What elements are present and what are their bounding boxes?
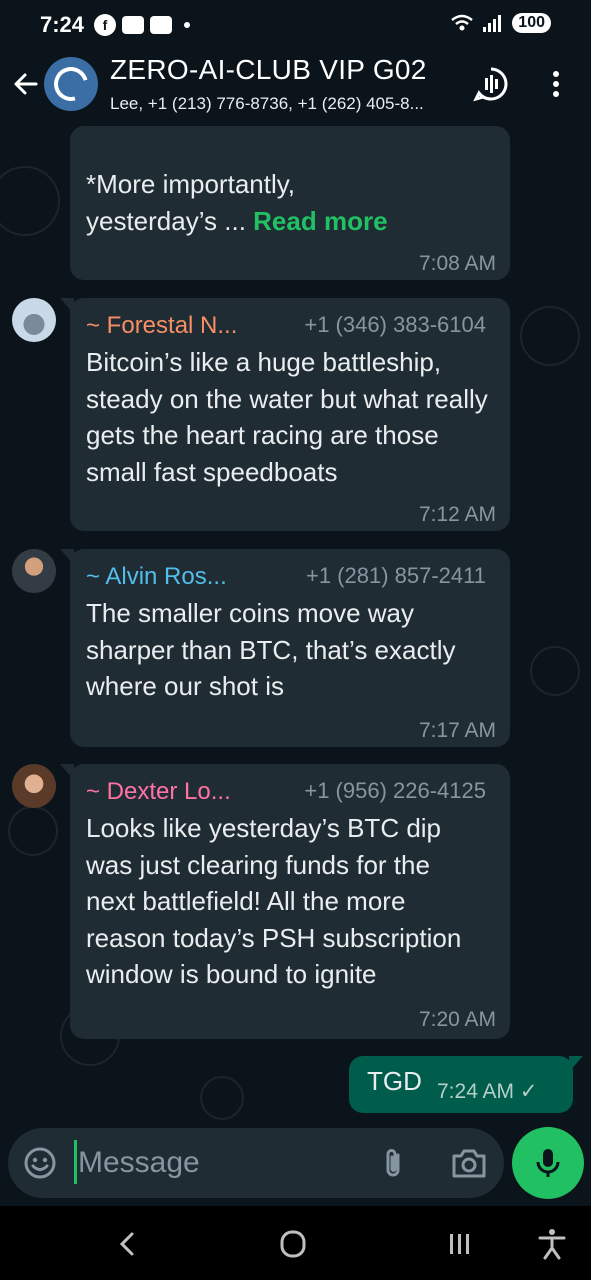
group-title[interactable]: ZERO-AI-CLUB VIP G02	[110, 54, 427, 86]
message-time: 7:24 AM ✓	[437, 1080, 538, 1103]
sender-phone: +1 (346) 383-6104	[304, 312, 486, 337]
read-more-link[interactable]: Read more	[253, 206, 387, 236]
notification-icons: f	[94, 14, 190, 36]
bubble-tail	[60, 549, 74, 565]
text-cursor	[74, 1140, 77, 1184]
battery-indicator: 100	[512, 13, 551, 33]
message-time: 7:20 AM	[418, 1008, 496, 1031]
accessibility-icon[interactable]	[532, 1226, 572, 1262]
more-notifications-dot-icon	[184, 22, 190, 28]
wallpaper-doodle	[520, 306, 580, 366]
sender-phone: +1 (281) 857-2411	[305, 563, 486, 588]
message-bubble[interactable]: *More importantly, yesterday’s ... Read …	[70, 126, 510, 280]
voice-chat-icon[interactable]	[473, 66, 509, 102]
mic-button[interactable]	[512, 1127, 584, 1199]
message-bubble[interactable]: ~ Forestal N... +1 (346) 383-6104 Bitcoi…	[60, 298, 510, 531]
group-avatar[interactable]	[44, 57, 98, 111]
status-bar: 7:24 f 100	[0, 0, 591, 52]
wifi-icon	[451, 14, 474, 31]
message-text: Looks like yesterday’s BTC dip was just …	[86, 813, 462, 989]
chat-header: ZERO-AI-CLUB VIP G02 Lee, +1 (213) 776-8…	[0, 52, 591, 126]
more-vertical-icon[interactable]	[538, 66, 574, 102]
avatar[interactable]	[12, 298, 56, 342]
facebook-icon: f	[94, 14, 116, 36]
wallpaper-doodle	[200, 1076, 244, 1120]
arrow-left-icon[interactable]	[8, 66, 44, 102]
nav-home-icon[interactable]	[273, 1226, 313, 1262]
paperclip-icon[interactable]	[376, 1145, 412, 1181]
sender-name[interactable]: ~ Alvin Ros...	[86, 563, 227, 591]
message-input[interactable]	[78, 1143, 368, 1183]
message-text: Bitcoin’s like a huge battleship, steady…	[86, 347, 488, 487]
outgoing-message-bubble[interactable]: TGD 7:24 AM ✓	[349, 1056, 583, 1113]
message-text-line: *More importantly,	[86, 169, 296, 199]
wallpaper-doodle	[530, 646, 580, 696]
message-bubble[interactable]: ~ Alvin Ros... +1 (281) 857-2411 The sma…	[60, 549, 510, 747]
youtube-icon	[150, 16, 172, 34]
nav-recents-icon[interactable]	[440, 1226, 480, 1262]
avatar[interactable]	[12, 764, 56, 808]
system-icons: 100	[450, 13, 551, 33]
bubble-tail	[569, 1056, 583, 1072]
message-time: 7:08 AM	[418, 252, 496, 275]
mic-icon	[536, 1149, 560, 1177]
camera-icon[interactable]	[450, 1145, 488, 1181]
nav-back-icon[interactable]	[108, 1226, 148, 1262]
system-navigation-bar	[0, 1206, 591, 1280]
signal-icon	[483, 15, 502, 32]
avatar[interactable]	[12, 549, 56, 593]
message-text: TGD	[367, 1066, 422, 1096]
sender-name[interactable]: ~ Forestal N...	[86, 312, 237, 340]
wallpaper-doodle	[8, 806, 58, 856]
message-text: *More importantly, yesterday’s ... Read …	[86, 166, 496, 239]
gallery-notification-icon	[122, 16, 144, 34]
message-text: The smaller coins move way sharper than …	[86, 598, 456, 701]
message-text-line: yesterday’s ... Read more	[86, 203, 496, 240]
message-time: 7:17 AM	[418, 719, 496, 742]
status-time: 7:24	[40, 12, 85, 37]
chat-area[interactable]: *More importantly, yesterday’s ... Read …	[0, 126, 591, 1126]
message-bubble[interactable]: ~ Dexter Lo... +1 (956) 226-4125 Looks l…	[60, 764, 510, 1039]
emoji-icon[interactable]	[22, 1145, 58, 1181]
bubble-tail	[60, 764, 74, 780]
sender-name[interactable]: ~ Dexter Lo...	[86, 778, 231, 806]
message-text-truncated: yesterday’s ...	[86, 205, 254, 236]
wallpaper-doodle	[0, 166, 60, 236]
bubble-tail	[60, 298, 74, 314]
sender-phone: +1 (956) 226-4125	[304, 778, 486, 803]
group-members[interactable]: Lee, +1 (213) 776-8736, +1 (262) 405-8..…	[110, 94, 455, 114]
message-time: 7:12 AM	[418, 503, 496, 526]
group-logo-icon	[47, 60, 95, 108]
message-composer	[8, 1128, 504, 1198]
